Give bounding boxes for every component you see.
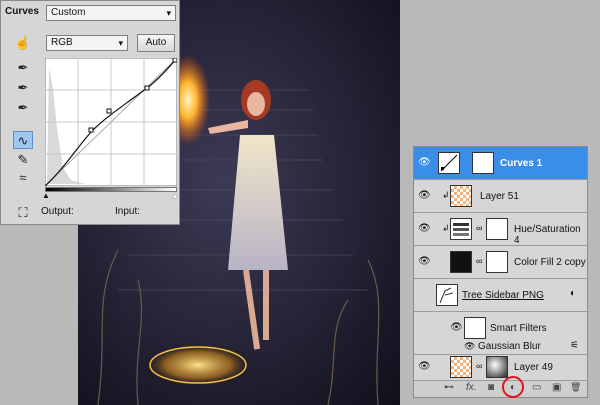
layer-mask-thumbnail bbox=[486, 356, 508, 378]
transparent-thumbnail bbox=[450, 356, 472, 378]
filter-mask-thumbnail bbox=[464, 317, 486, 339]
layers-footer-toolbar: ⊷ fx. ◙ ◐ ▭ ▣ 🗑 bbox=[414, 380, 587, 397]
new-group-icon[interactable]: ▭ bbox=[532, 382, 541, 393]
panel-title: Curves bbox=[5, 6, 39, 17]
smart-object-thumbnail bbox=[436, 284, 458, 306]
layer-style-icon[interactable]: fx. bbox=[466, 382, 477, 393]
white-point-eyedropper-icon[interactable]: ✒ bbox=[13, 99, 33, 117]
visibility-eye-icon[interactable]: 👁 bbox=[418, 256, 431, 267]
layer-name[interactable]: Smart Filters bbox=[490, 323, 547, 334]
curves-adjustment-icon bbox=[438, 152, 460, 174]
target-adjust-hand-icon[interactable]: ☝ bbox=[13, 34, 33, 52]
trash-icon[interactable]: 🗑 bbox=[570, 382, 581, 393]
preset-select[interactable]: Custom ▾ bbox=[46, 5, 176, 21]
input-gradient-bar bbox=[45, 187, 177, 192]
preset-value: Custom bbox=[51, 7, 86, 18]
visibility-eye-icon[interactable]: 👁 bbox=[450, 322, 463, 333]
layer-name[interactable]: Tree Sidebar PNG bbox=[462, 290, 544, 301]
input-label: Input: bbox=[115, 206, 141, 217]
layer-name[interactable]: Layer 49 bbox=[514, 362, 553, 373]
visibility-eye-icon[interactable]: 👁 bbox=[418, 361, 431, 372]
layer-row-tree-sidebar[interactable]: Tree Sidebar PNG ◐ bbox=[414, 279, 587, 312]
channel-select[interactable]: RGB ▾ bbox=[46, 35, 128, 51]
curve-graph[interactable] bbox=[45, 58, 177, 186]
layer-row-color-fill[interactable]: 👁 ∞ Color Fill 2 copy bbox=[414, 246, 587, 279]
link-layers-icon[interactable]: ⊷ bbox=[444, 382, 454, 393]
link-chain-icon[interactable]: ∞ bbox=[476, 361, 482, 371]
layer-mask-thumbnail bbox=[486, 251, 508, 273]
layer-name[interactable]: Curves 1 bbox=[500, 158, 542, 169]
white-slider-icon[interactable]: ▲ bbox=[171, 191, 179, 200]
clipping-arrow-icon: ↲ bbox=[442, 223, 450, 233]
layer-mask-thumbnail bbox=[472, 152, 494, 174]
layers-panel: 👁 Curves 1 👁 ↲ Layer 51 👁 ↲ ∞ Hue/Satura… bbox=[413, 146, 588, 398]
chevron-down-icon: ▾ bbox=[166, 8, 171, 18]
layer-row-hue-saturation[interactable]: 👁 ↲ ∞ Hue/Saturation 4 bbox=[414, 213, 587, 246]
layer-row-curves[interactable]: 👁 Curves 1 bbox=[414, 147, 587, 180]
clipping-icon[interactable]: ⛶ bbox=[13, 204, 33, 222]
curves-properties-panel: Curves Custom ▾ ☝ RGB ▾ Auto ✒ ✒ ✒ ∿ ✎ ≈… bbox=[0, 0, 180, 225]
link-chain-icon[interactable]: ∞ bbox=[476, 256, 482, 266]
new-layer-icon[interactable]: ▣ bbox=[552, 382, 561, 393]
visibility-eye-icon[interactable]: 👁 bbox=[418, 223, 431, 234]
black-slider-icon[interactable]: ▲ bbox=[42, 191, 50, 200]
gray-point-eyedropper-icon[interactable]: ✒ bbox=[13, 79, 33, 97]
channel-value: RGB bbox=[51, 37, 73, 48]
color-fill-thumbnail bbox=[450, 251, 472, 273]
smart-filter-toggle-icon[interactable]: ◐ bbox=[570, 288, 576, 299]
auto-button[interactable]: Auto bbox=[137, 34, 175, 52]
black-point-eyedropper-icon[interactable]: ✒ bbox=[13, 59, 33, 77]
pencil-draw-icon[interactable]: ✎ bbox=[13, 151, 33, 169]
transparent-thumbnail bbox=[450, 185, 472, 207]
layer-name[interactable]: Layer 51 bbox=[480, 191, 519, 202]
chevron-down-icon: ▾ bbox=[118, 38, 123, 48]
add-mask-icon[interactable]: ◙ bbox=[488, 382, 494, 393]
layer-row-51[interactable]: 👁 ↲ Layer 51 bbox=[414, 180, 587, 213]
visibility-eye-icon[interactable]: 👁 bbox=[418, 190, 431, 201]
layer-name[interactable]: Hue/Saturation 4 bbox=[514, 224, 587, 246]
link-chain-icon[interactable]: ∞ bbox=[476, 223, 482, 233]
layer-name[interactable]: Color Fill 2 copy bbox=[514, 257, 586, 268]
smooth-curve-icon[interactable]: ≈ bbox=[13, 169, 33, 187]
layer-mask-thumbnail bbox=[486, 218, 508, 240]
visibility-eye-icon[interactable]: 👁 bbox=[418, 157, 431, 168]
output-label: Output: bbox=[41, 206, 74, 217]
hue-saturation-icon bbox=[450, 218, 472, 240]
filter-options-icon[interactable]: ⚟ bbox=[570, 340, 579, 351]
highlight-circle bbox=[502, 376, 524, 398]
curve-point-tool-icon[interactable]: ∿ bbox=[13, 131, 33, 149]
clipping-arrow-icon: ↲ bbox=[442, 190, 450, 200]
